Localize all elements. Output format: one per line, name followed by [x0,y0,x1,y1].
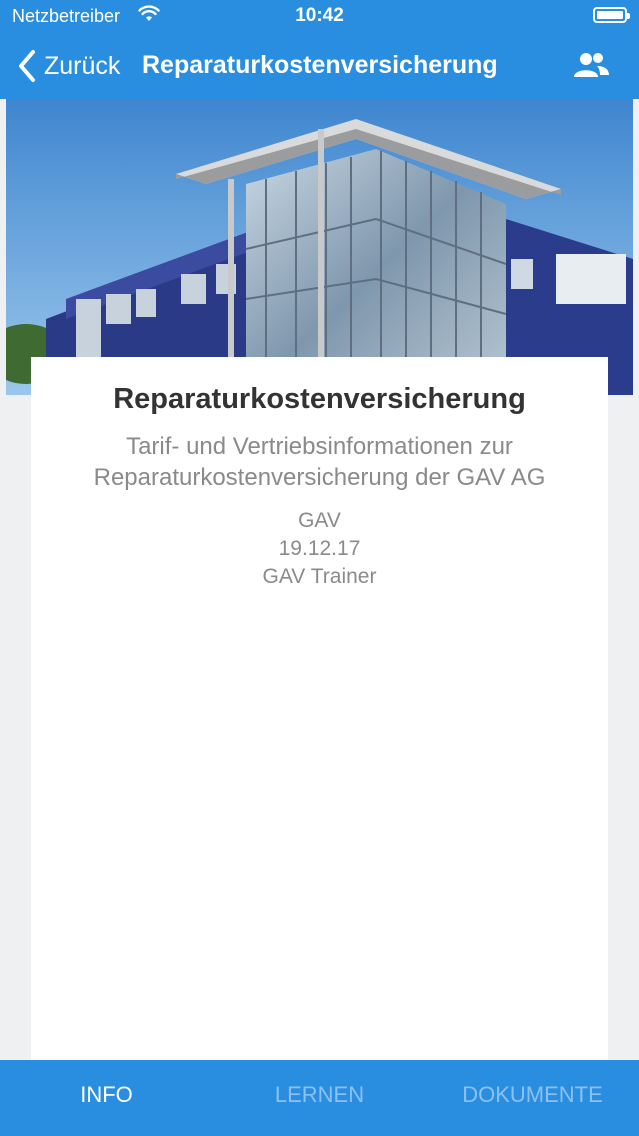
status-bar: Netzbetreiber 10:42 [0,0,639,32]
tab-bar: INFO LERNEN DOKUMENTE [0,1060,639,1136]
author: GAV Trainer [262,565,377,588]
hero-image [6,99,633,395]
date: 19.12.17 [278,537,361,560]
card-subtitle: Tarif- und Vertriebsinformationen zur Re… [51,431,588,493]
card-meta: GAV 19.12.17 GAV Trainer [31,507,608,591]
users-icon[interactable] [571,50,611,80]
chevron-left-icon [19,50,35,82]
card-subtitle-line-1: Tarif- und Vertriebsinformationen zur [126,433,513,460]
card-subtitle-line-2: Reparaturkostenversicherung der GAV AG [93,464,546,491]
card-title: Reparaturkostenversicherung [113,383,526,415]
info-card: Reparaturkostenversicherung Tarif- und V… [31,357,608,1060]
back-label: Zurück [44,51,121,80]
tab-lernen[interactable]: LERNEN [213,1060,426,1136]
back-button[interactable]: Zurück [16,48,120,84]
publisher: GAV [298,509,341,532]
page-title: Reparaturkostenversicherung [142,51,498,79]
tab-dokumente[interactable]: DOKUMENTE [426,1060,639,1136]
tab-info[interactable]: INFO [0,1060,213,1136]
battery-icon [593,7,630,23]
building-photo [6,99,633,395]
navigation-bar: Zurück Reparaturkostenversicherung [0,32,639,99]
clock: 10:42 [295,5,344,26]
